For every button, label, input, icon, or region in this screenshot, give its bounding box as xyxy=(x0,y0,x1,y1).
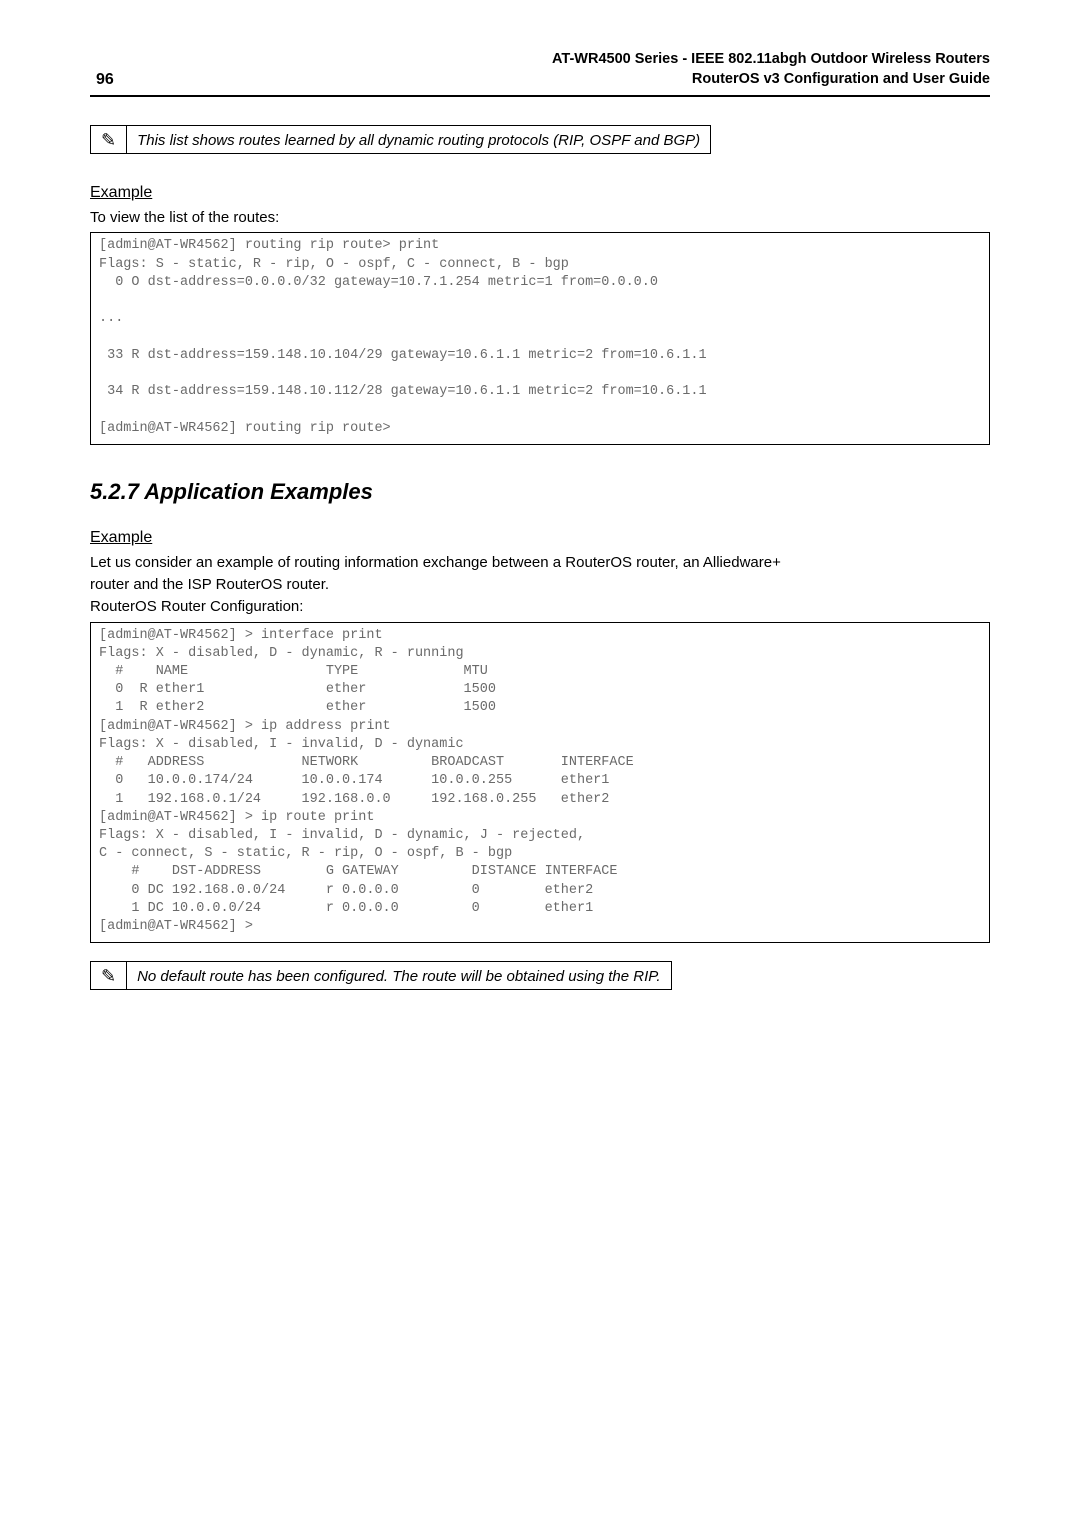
example-intro: To view the list of the routes: xyxy=(90,208,990,228)
header-rule xyxy=(90,95,990,97)
header-titles: AT-WR4500 Series - IEEE 802.11abgh Outdo… xyxy=(552,50,990,89)
note-text-2: No default route has been configured. Th… xyxy=(137,968,660,985)
note-text-cell-2: No default route has been configured. Th… xyxy=(127,962,670,989)
code-block-config: [admin@AT-WR4562] > interface print Flag… xyxy=(90,622,990,944)
note-icon-cell: ✎ xyxy=(91,126,127,153)
pencil-icon: ✎ xyxy=(101,130,116,151)
appex-intro-line1: Let us consider an example of routing in… xyxy=(90,553,990,573)
code-block-routes: [admin@AT-WR4562] routing rip route> pri… xyxy=(90,232,990,444)
note-text-cell: This list shows routes learned by all dy… xyxy=(127,126,710,153)
note-default-route: ✎ No default route has been configured. … xyxy=(90,961,672,990)
header-title-line1: AT-WR4500 Series - IEEE 802.11abgh Outdo… xyxy=(552,50,990,70)
note-text: This list shows routes learned by all dy… xyxy=(137,132,700,149)
page-number: 96 xyxy=(90,71,114,89)
example-heading-link-2[interactable]: Example xyxy=(90,529,152,547)
header-title-line2: RouterOS v3 Configuration and User Guide xyxy=(552,70,990,90)
page-header: 96 AT-WR4500 Series - IEEE 802.11abgh Ou… xyxy=(90,50,990,89)
example-heading-link[interactable]: Example xyxy=(90,184,152,202)
note-dynamic-protocols: ✎ This list shows routes learned by all … xyxy=(90,125,711,154)
appex-intro-line3: RouterOS Router Configuration: xyxy=(90,597,990,617)
pencil-icon: ✎ xyxy=(101,966,116,987)
section-heading-app-examples: 5.2.7 Application Examples xyxy=(90,479,990,505)
note-icon-cell-2: ✎ xyxy=(91,962,127,989)
appex-intro-line2: router and the ISP RouterOS router. xyxy=(90,575,990,595)
